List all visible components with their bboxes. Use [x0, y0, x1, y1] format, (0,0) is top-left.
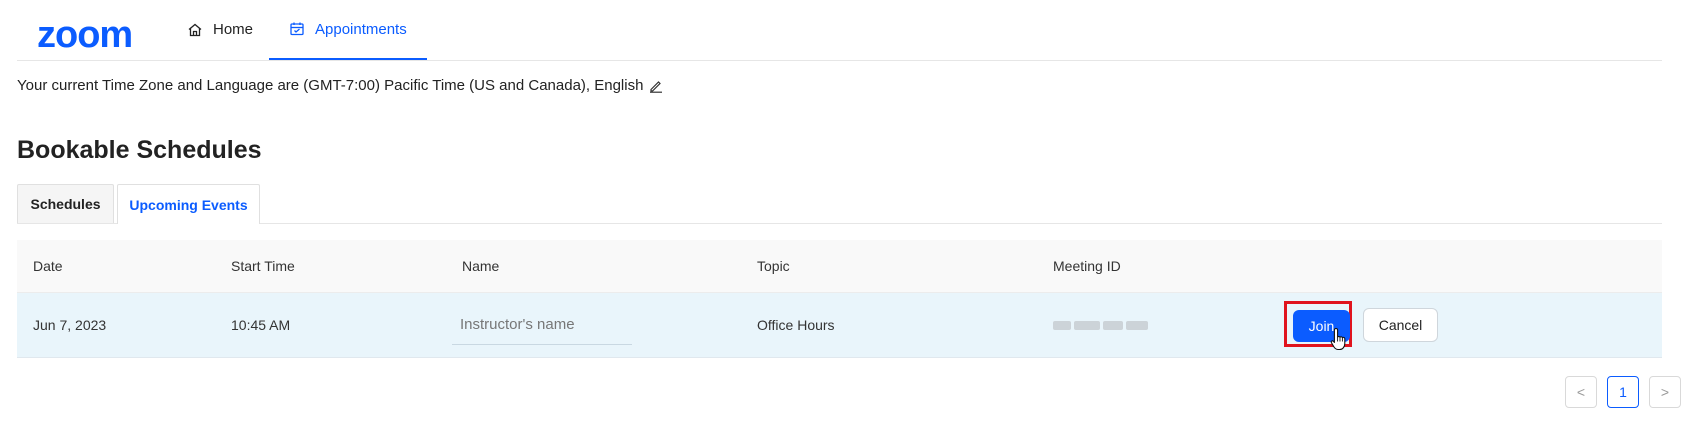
event-start-time: 10:45 AM — [231, 317, 291, 333]
timezone-info: Your current Time Zone and Language are … — [17, 77, 663, 94]
pagination: < 1 > — [1565, 376, 1681, 410]
page: zoom Home Appointments Your current Time… — [0, 0, 1682, 436]
join-button[interactable]: Join — [1293, 310, 1350, 342]
meeting-id-redacted — [1053, 319, 1149, 331]
nav-home[interactable]: Home — [187, 0, 253, 59]
event-date: Jun 7, 2023 — [33, 317, 107, 333]
tab-bar: Schedules Upcoming Events — [17, 184, 1662, 224]
chevron-left-icon: < — [1576, 384, 1586, 400]
timezone-text: Your current Time Zone and Language are … — [17, 77, 644, 94]
tab-upcoming-events[interactable]: Upcoming Events — [117, 184, 260, 224]
event-topic: Office Hours — [757, 317, 835, 333]
table-header: Date Start Time Name Topic Meeting ID — [17, 240, 1662, 293]
chevron-right-icon: > — [1660, 384, 1670, 400]
column-header-meeting-id: Meeting ID — [1053, 258, 1121, 274]
top-nav: zoom Home Appointments — [17, 0, 1662, 61]
pencil-icon[interactable] — [649, 79, 663, 93]
column-header-date: Date — [33, 258, 63, 274]
prev-page-button[interactable]: < — [1565, 376, 1597, 408]
calendar-icon — [289, 21, 305, 37]
nav-appointments-label: Appointments — [315, 20, 407, 38]
next-page-button[interactable]: > — [1649, 376, 1681, 408]
page-title: Bookable Schedules — [17, 136, 262, 164]
tab-schedules[interactable]: Schedules — [17, 184, 114, 223]
nav-home-label: Home — [213, 21, 254, 38]
events-table: Date Start Time Name Topic Meeting ID Ju… — [17, 240, 1662, 358]
column-header-start-time: Start Time — [231, 258, 295, 274]
column-header-topic: Topic — [757, 258, 790, 274]
instructor-name-input[interactable] — [452, 305, 632, 345]
table-row: Jun 7, 2023 10:45 AM Office Hours Join C… — [17, 293, 1662, 358]
page-1-button[interactable]: 1 — [1607, 376, 1639, 408]
home-icon — [187, 22, 203, 38]
zoom-logo[interactable]: zoom — [37, 16, 133, 54]
join-highlight-box: Join — [1284, 301, 1352, 347]
nav-appointments[interactable]: Appointments — [269, 0, 427, 60]
column-header-name: Name — [462, 258, 500, 274]
cancel-button[interactable]: Cancel — [1363, 308, 1438, 342]
